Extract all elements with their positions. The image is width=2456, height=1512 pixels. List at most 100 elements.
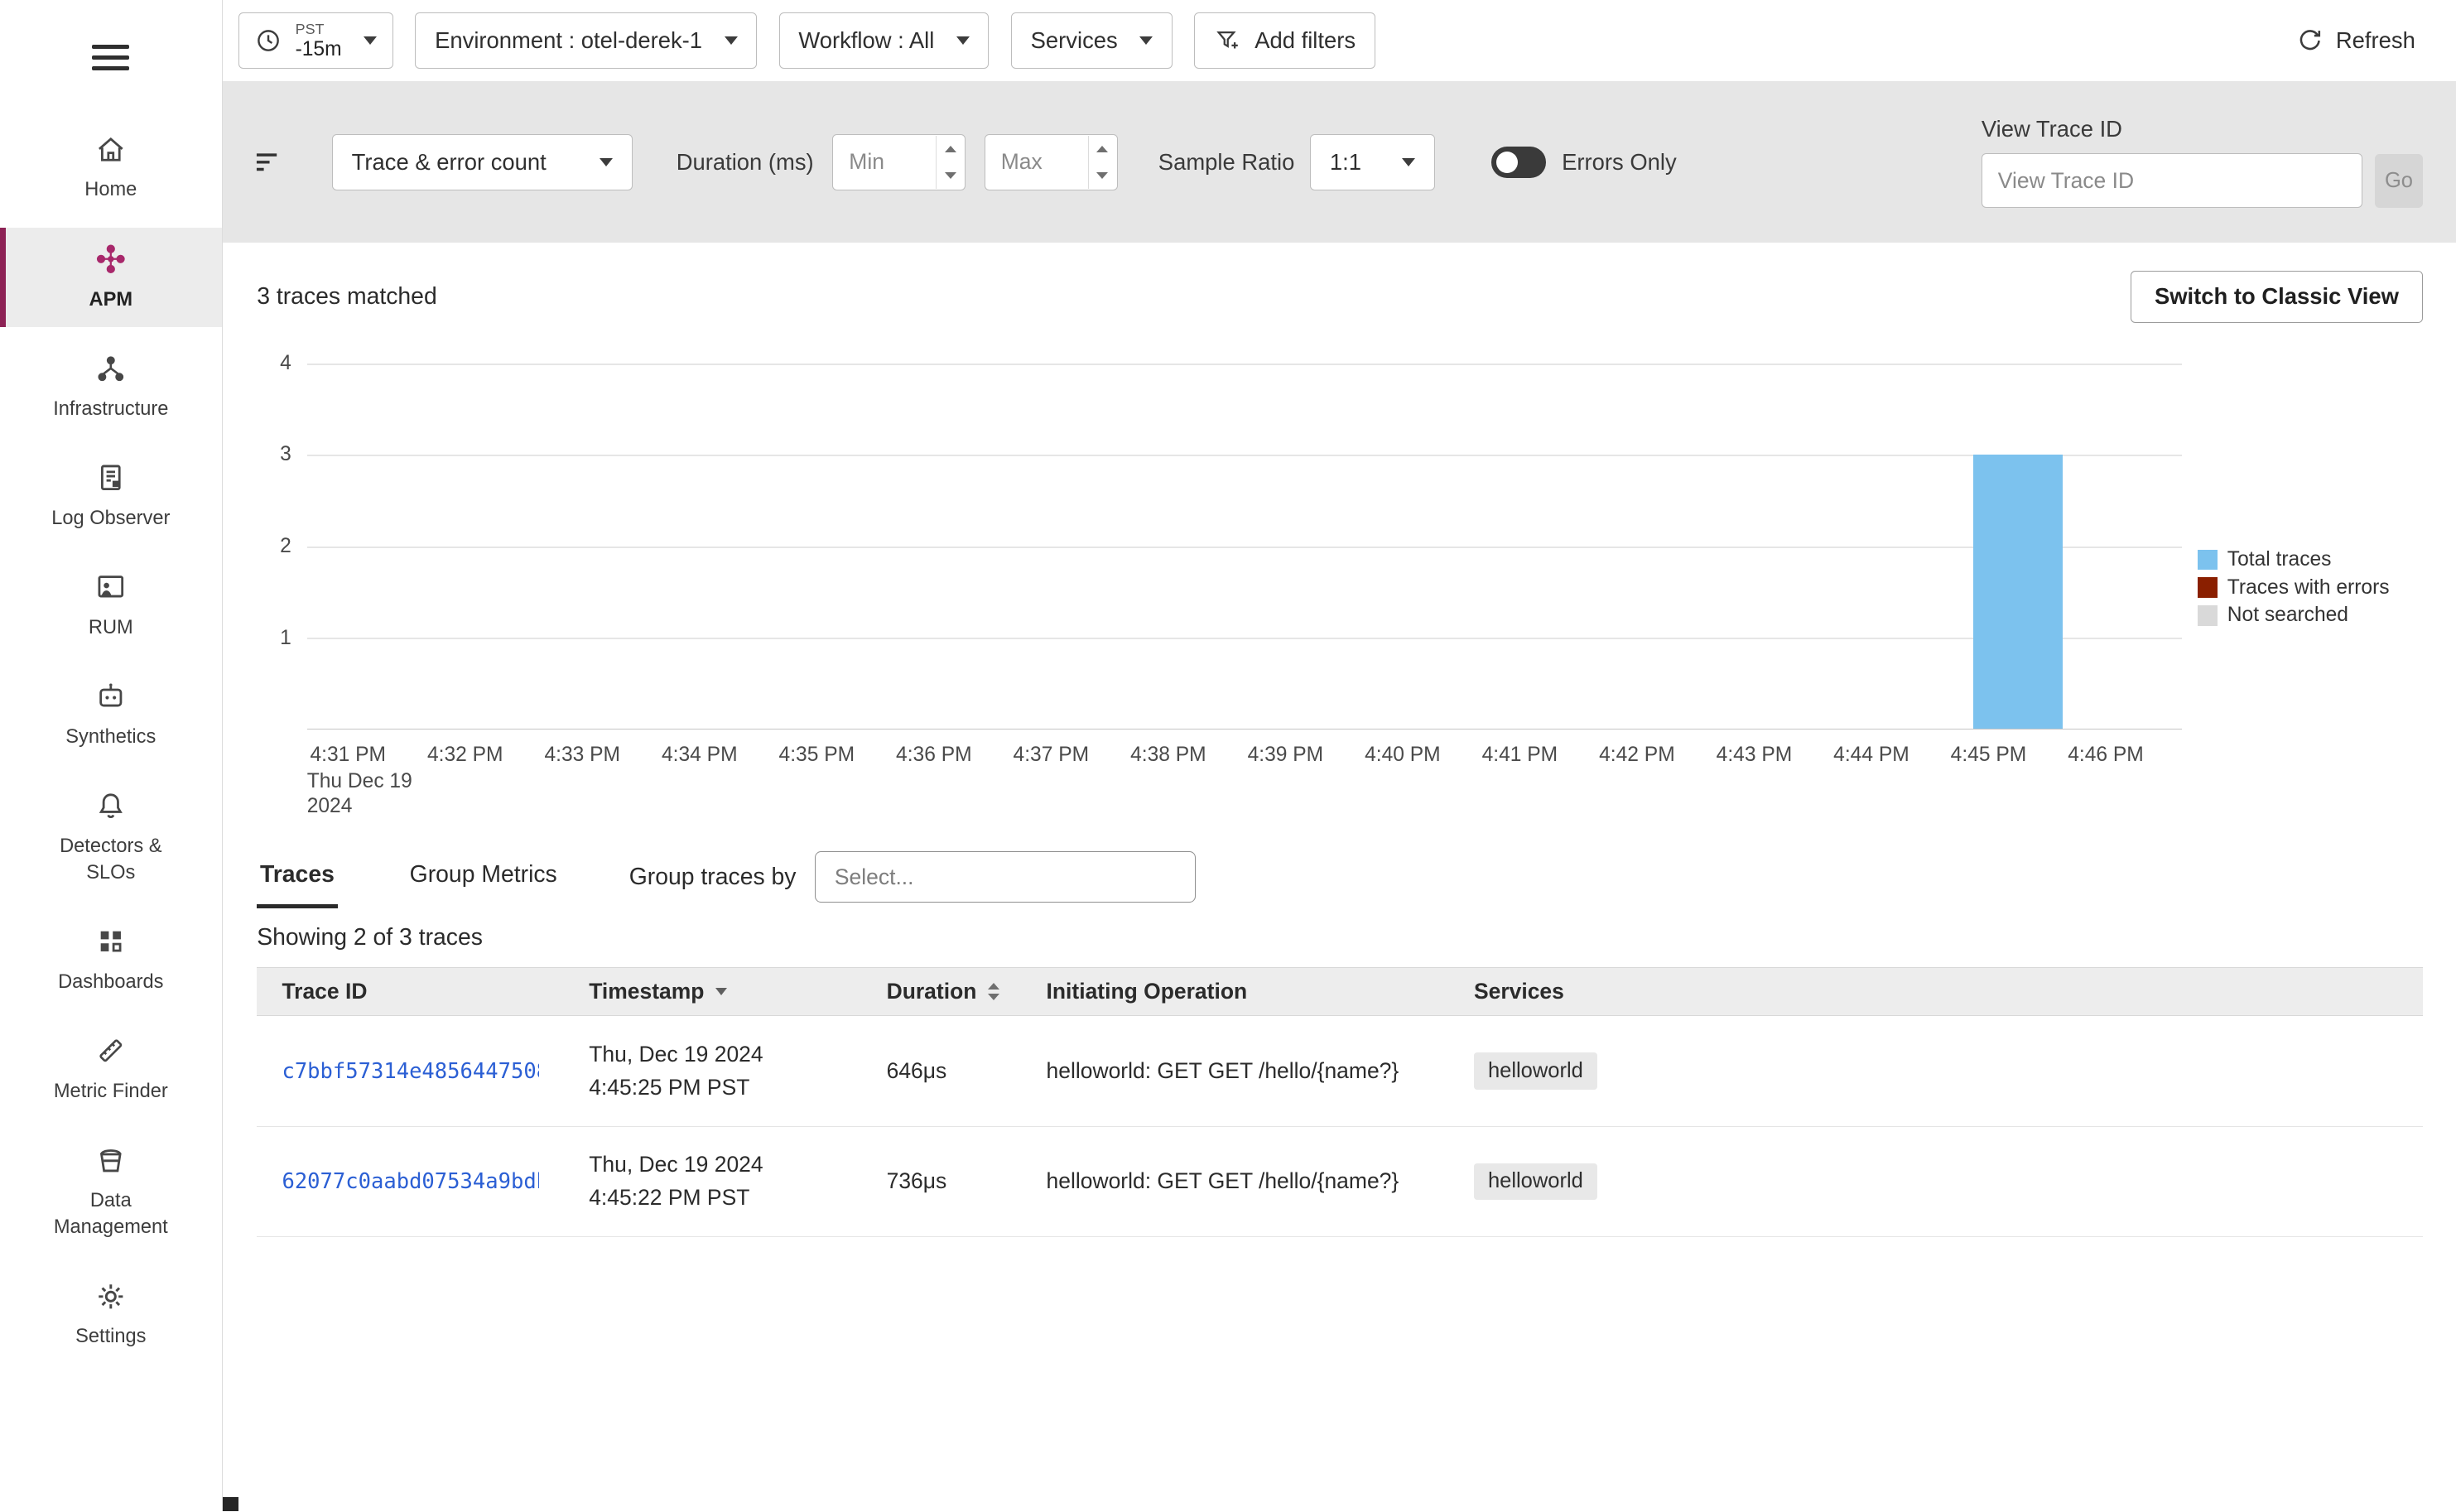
timestamp-time: 4:45:22 PM PST: [589, 1182, 836, 1215]
sidebar-item-data-management[interactable]: Data Management: [0, 1129, 222, 1256]
service-badge[interactable]: helloworld: [1474, 1163, 1597, 1200]
sidebar-item-label: Synthetics: [65, 725, 156, 751]
stepper-arrows[interactable]: [1088, 136, 1116, 189]
x-tick-label: 4:43 PM: [1717, 744, 1793, 767]
errors-only-label: Errors Only: [1562, 149, 1677, 176]
services-dropdown-label: Services: [1031, 27, 1118, 54]
legend-label: Traces with errors: [2227, 576, 2390, 600]
column-header-timestamp[interactable]: Timestamp: [564, 967, 861, 1015]
sort-icon[interactable]: [988, 983, 999, 1000]
infrastructure-icon: [94, 351, 128, 386]
trace-id-link[interactable]: 62077c0aabd07534a9bdbe: [282, 1169, 538, 1194]
x-tick-label: 4:36 PM: [896, 744, 972, 767]
chevron-down-icon: [364, 36, 377, 45]
sidebar-item-apm[interactable]: APM: [0, 228, 222, 328]
sample-ratio-value: 1:1: [1330, 149, 1361, 176]
sidebar-item-synthetics[interactable]: Synthetics: [0, 665, 222, 765]
x-tick-label: 4:42 PM: [1599, 744, 1675, 767]
tab-traces[interactable]: Traces: [257, 845, 337, 908]
chevron-down-icon: [600, 158, 613, 166]
time-range-picker[interactable]: PST -15m: [238, 12, 393, 69]
sidebar-item-label: Settings: [75, 1324, 146, 1351]
refresh-icon: [2295, 26, 2324, 55]
legend-item: Not searched: [2198, 604, 2423, 627]
trace-metric-dropdown[interactable]: Trace & error count: [332, 134, 633, 190]
sidebar-item-dashboards[interactable]: Dashboards: [0, 910, 222, 1010]
sidebar-item-label: Infrastructure: [53, 397, 168, 423]
gridline: [307, 364, 2182, 365]
x-tick-label: 4:46 PM: [2068, 744, 2144, 767]
clock-icon: [254, 26, 282, 55]
table-header-row: Trace ID Timestamp Duration Initiating O…: [257, 967, 2423, 1015]
view-trace-id-group: View Trace ID Go: [1982, 116, 2423, 208]
column-label: Duration: [887, 979, 977, 1004]
stepper-arrows[interactable]: [936, 136, 964, 189]
column-label: Services: [1474, 979, 1564, 1004]
chart-bar[interactable]: [1973, 455, 2063, 729]
table-summary: Showing 2 of 3 traces: [257, 924, 2423, 951]
view-trace-id-input[interactable]: [1982, 153, 2362, 208]
sidebar-item-label: RUM: [89, 615, 133, 642]
errors-only-toggle[interactable]: [1491, 147, 1546, 178]
sample-ratio-dropdown[interactable]: 1:1: [1310, 134, 1435, 190]
column-header-duration[interactable]: Duration: [861, 967, 1021, 1015]
add-filters-button[interactable]: Add filters: [1194, 12, 1375, 69]
go-button[interactable]: Go: [2375, 154, 2424, 207]
x-tick-label: 4:34 PM: [662, 744, 738, 767]
group-traces-by-select[interactable]: [815, 851, 1196, 903]
trace-metric-dropdown-label: Trace & error count: [352, 149, 547, 176]
chevron-down-icon: [1139, 36, 1153, 45]
column-label: Trace ID: [282, 979, 367, 1004]
refresh-button[interactable]: Refresh: [2285, 25, 2425, 56]
environment-dropdown[interactable]: Environment : otel-derek-1: [415, 12, 757, 69]
filter-plus-icon: [1214, 26, 1242, 55]
column-label: Timestamp: [589, 979, 704, 1004]
content-area: 3 traces matched Switch to Classic View …: [223, 243, 2456, 1511]
sidebar-item-infrastructure[interactable]: Infrastructure: [0, 337, 222, 437]
stepper-down-icon[interactable]: [937, 162, 964, 189]
service-badge[interactable]: helloworld: [1474, 1052, 1597, 1089]
sidebar-item-label: Detectors & SLOs: [41, 834, 181, 887]
stepper-up-icon[interactable]: [937, 136, 964, 162]
sidebar-item-label: APM: [89, 287, 133, 314]
x-tick-label: 4:40 PM: [1365, 744, 1441, 767]
column-header-trace-id[interactable]: Trace ID: [257, 967, 564, 1015]
traces-table: Trace ID Timestamp Duration Initiating O…: [257, 967, 2423, 1237]
sidebar-item-metric-finder[interactable]: Metric Finder: [0, 1019, 222, 1120]
legend-item: Total traces: [2198, 548, 2423, 571]
x-tick-label: 4:41 PM: [1482, 744, 1558, 767]
switch-to-classic-view-button[interactable]: Switch to Classic View: [2131, 271, 2424, 322]
gridline: [307, 638, 2182, 639]
sample-ratio-label: Sample Ratio: [1158, 149, 1295, 176]
filter-settings-icon[interactable]: [251, 145, 286, 180]
legend-label: Total traces: [2227, 548, 2332, 571]
duration-cell: 646μs: [861, 1016, 1021, 1126]
table-row: c7bbf57314e4856447508c Thu, Dec 19 2024 …: [257, 1016, 2423, 1126]
initiating-operation-cell: helloworld: GET GET /hello/{name?}: [1021, 1016, 1448, 1126]
sidebar-item-rum[interactable]: RUM: [0, 556, 222, 656]
time-range-value: PST -15m: [296, 22, 342, 60]
column-header-initiating-operation[interactable]: Initiating Operation: [1021, 967, 1448, 1015]
hamburger-menu-icon[interactable]: [92, 37, 129, 77]
services-dropdown[interactable]: Services: [1011, 12, 1173, 69]
add-filters-label: Add filters: [1254, 27, 1356, 54]
legend-swatch-icon: [2198, 605, 2218, 626]
legend-item: Traces with errors: [2198, 576, 2423, 600]
environment-dropdown-label: Environment : otel-derek-1: [435, 27, 702, 54]
column-header-services[interactable]: Services: [1449, 967, 2424, 1015]
workflow-dropdown[interactable]: Workflow : All: [779, 12, 990, 69]
sidebar-item-settings[interactable]: Settings: [0, 1265, 222, 1365]
bell-icon: [94, 788, 128, 823]
view-trace-id-label: View Trace ID: [1982, 116, 2423, 142]
stepper-down-icon[interactable]: [1089, 162, 1116, 189]
sidebar-item-detectors-slos[interactable]: Detectors & SLOs: [0, 774, 222, 901]
refresh-label: Refresh: [2336, 27, 2415, 54]
sidebar-item-home[interactable]: Home: [0, 118, 222, 219]
sidebar-item-log-observer[interactable]: Log Observer: [0, 446, 222, 547]
home-icon: [94, 132, 128, 167]
legend-label: Not searched: [2227, 604, 2348, 627]
sort-desc-icon[interactable]: [715, 988, 727, 995]
trace-id-link[interactable]: c7bbf57314e4856447508c: [282, 1059, 538, 1084]
stepper-up-icon[interactable]: [1089, 136, 1116, 162]
tab-group-metrics[interactable]: Group Metrics: [407, 845, 561, 908]
